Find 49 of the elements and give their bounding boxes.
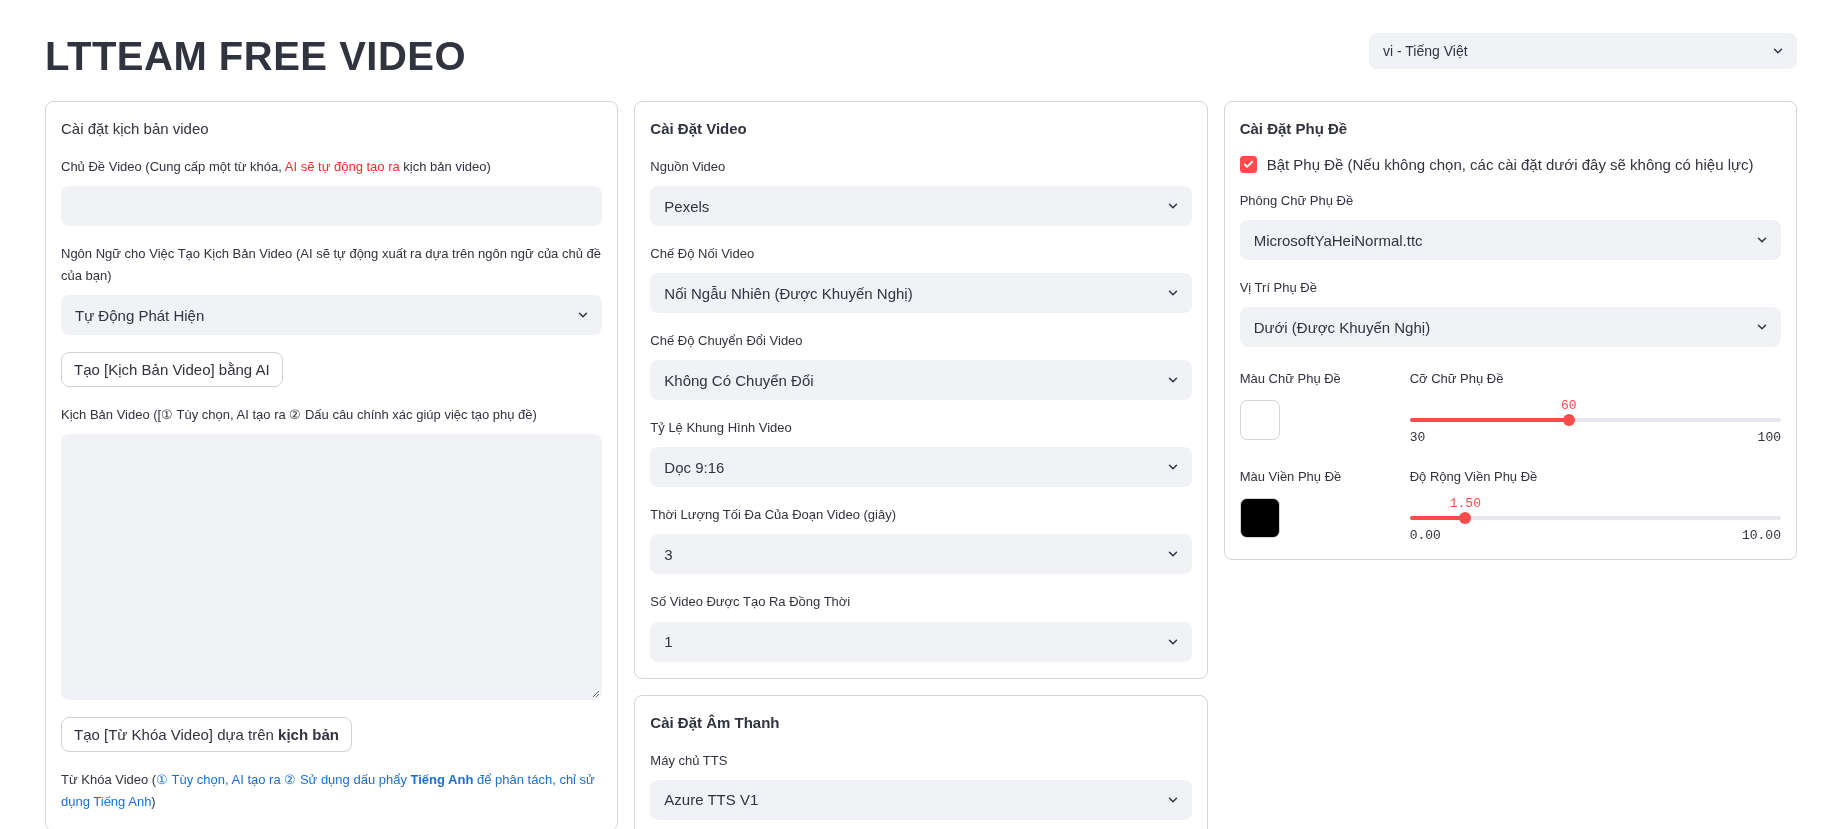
field-label: Phông Chữ Phụ Đề xyxy=(1239,192,1355,210)
field-label: Vị Trí Phụ Đề xyxy=(1239,279,1318,298)
select-dropdown[interactable]: Nối Ngẫu Nhiên (Được Khuyến Nghị) xyxy=(650,273,1192,314)
slider-min: 0.00 xyxy=(1409,528,1441,544)
field-label: Nguồn Video xyxy=(650,158,727,176)
select-dropdown[interactable]: Dưới (Được Khuyến Nghị) xyxy=(1239,307,1781,348)
select-dropdown[interactable]: Pexels xyxy=(650,186,1192,227)
slider-thumb[interactable] xyxy=(1562,414,1575,427)
field-label: Kịch Bản Video ([① Tùy chọn, AI tạo ra ② Dấu câu chính xác giúp việc tạo phụ đề) xyxy=(61,406,538,425)
color-swatch[interactable] xyxy=(1239,400,1280,441)
field-label: Ngôn Ngữ cho Việc Tạo Kịch Bản Video (AI sẽ tự động xuất ra dựa trên ngôn ngữ của chủ đề của bạn) xyxy=(61,245,602,286)
select-dropdown[interactable]: 1 xyxy=(650,621,1192,662)
field-label: Từ Khóa Video (① Tùy chọn, AI tạo ra ② Sử dụng dấu phẩy Tiếng Anh để phân tách, chỉ sử dụng Tiếng Anh) xyxy=(61,771,596,812)
card-heading: Cài Đặt Âm Thanh xyxy=(650,713,781,731)
select-dropdown[interactable]: Tự Động Phát Hiện xyxy=(61,295,603,336)
field-label: Chủ Đề Video (Cung cấp một từ khóa, AI sẽ tự động tạo ra kịch bản video) xyxy=(61,158,492,176)
language-select[interactable]: vi - Tiếng Việt xyxy=(1369,33,1797,69)
card-heading: Cài Đặt Phụ Đề xyxy=(1239,120,1349,137)
color-swatch[interactable] xyxy=(1239,498,1280,539)
field-label: Tỷ Lệ Khung Hình Video xyxy=(650,419,793,438)
select-dropdown[interactable]: MicrosoftYaHeiNormal.ttc xyxy=(1239,220,1781,261)
field-label: Cỡ Chữ Phụ Đề xyxy=(1409,370,1505,389)
select-dropdown[interactable]: Không Có Chuyển Đổi xyxy=(650,360,1192,401)
app-title: LTTEAM FREE VIDEO xyxy=(45,34,467,79)
check-icon xyxy=(1242,159,1254,170)
field-label: Số Video Được Tạo Ra Đồng Thời xyxy=(650,593,852,612)
field-label: Màu Viền Phụ Đề xyxy=(1239,468,1343,487)
card-heading: Cài Đặt Video xyxy=(650,120,748,137)
select-dropdown[interactable]: Azure TTS V1 xyxy=(650,779,1192,820)
slider-max: 100 xyxy=(1757,430,1781,446)
resize-grip-icon xyxy=(590,688,601,699)
field-label: Máy chủ TTS xyxy=(650,751,729,770)
field-label: Chế Độ Chuyển Đổi Video xyxy=(650,332,804,351)
checkbox[interactable] xyxy=(1239,156,1257,173)
checkbox-label: Bật Phụ Đề (Nếu không chọn, các cài đặt dưới đây sẽ không có hiệu lực) xyxy=(1266,156,1754,173)
slider-value: 60 xyxy=(1561,398,1577,414)
slider-max: 10.00 xyxy=(1741,528,1781,544)
field-label: Thời Lượng Tối Đa Của Đoạn Video (giây) xyxy=(650,506,897,525)
select-dropdown[interactable]: Dọc 9:16 xyxy=(650,447,1192,488)
generate-button[interactable]: Tạo [Kịch Bản Video] bằng AI xyxy=(61,352,283,388)
generate-button[interactable]: Tạo [Từ Khóa Video] dựa trên kịch bản xyxy=(61,717,352,753)
slider-value: 1.50 xyxy=(1449,496,1481,512)
slider-thumb[interactable] xyxy=(1459,512,1472,525)
slider-min: 30 xyxy=(1409,430,1426,446)
field-label: Chế Độ Nối Video xyxy=(650,245,756,264)
field-label: Độ Rộng Viền Phụ Đề xyxy=(1409,468,1539,487)
select-dropdown[interactable]: 3 xyxy=(650,534,1192,575)
card-heading: Cài đặt kịch bản video xyxy=(61,120,210,137)
field-label: Màu Chữ Phụ Đề xyxy=(1239,370,1342,389)
